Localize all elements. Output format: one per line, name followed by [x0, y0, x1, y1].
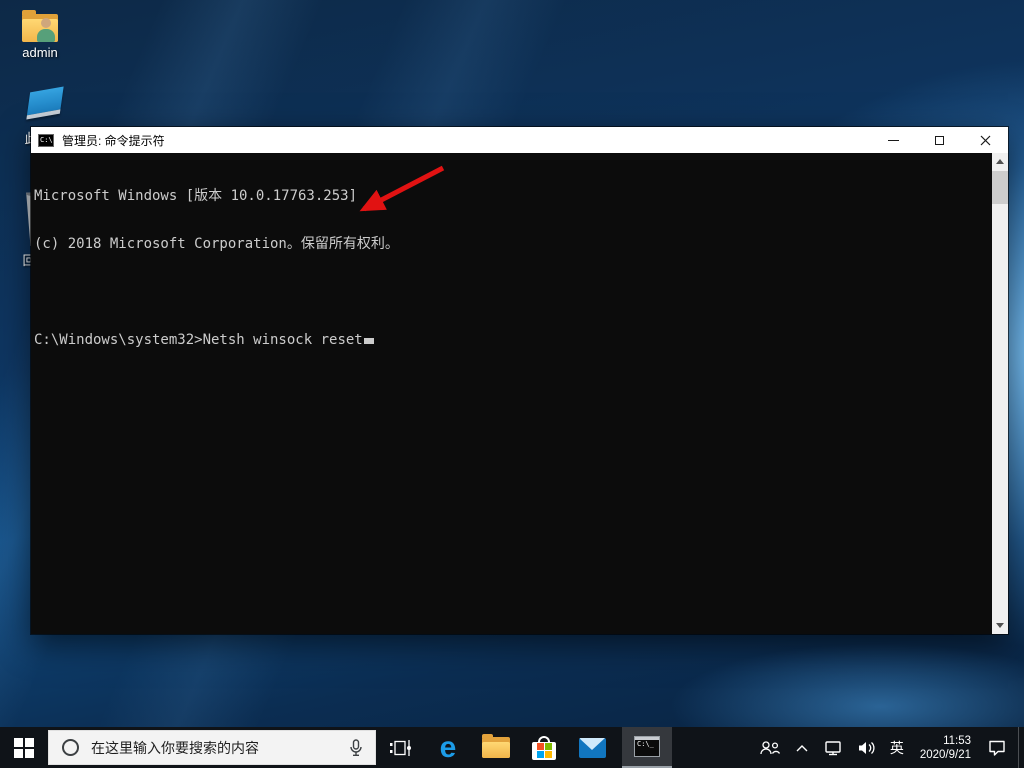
cmd-titlebar[interactable]: C:\ 管理员: 命令提示符: [31, 127, 1008, 153]
people-icon: [759, 740, 781, 756]
scroll-down-button[interactable]: [992, 617, 1008, 634]
store-icon: [532, 736, 556, 760]
search-placeholder: 在这里输入你要搜索的内容: [91, 738, 259, 758]
console-output[interactable]: Microsoft Windows [版本 10.0.17763.253] (c…: [31, 153, 1008, 634]
cmd-icon: C:\: [38, 134, 54, 147]
edge-icon: e: [440, 733, 457, 763]
console-prompt-line: C:\Windows\system32>Netsh winsock reset: [34, 332, 990, 348]
console-line-blank: [34, 284, 990, 300]
mail-icon: [579, 738, 606, 758]
cortana-ring-icon: [62, 739, 79, 756]
console-scrollbar[interactable]: [992, 153, 1008, 634]
taskbar: 在这里输入你要搜索的内容 e: [0, 727, 1024, 768]
action-center-icon: [987, 739, 1007, 757]
network-button[interactable]: [816, 727, 850, 768]
user-folder-icon: [22, 14, 58, 42]
taskbar-search[interactable]: 在这里输入你要搜索的内容: [48, 730, 376, 765]
hidden-icons-button[interactable]: [788, 727, 816, 768]
desktop-icon-label: admin: [10, 45, 70, 60]
file-explorer-button[interactable]: [472, 727, 520, 768]
console-line: (c) 2018 Microsoft Corporation。保留所有权利。: [34, 236, 990, 252]
desktop-icon-admin[interactable]: admin: [10, 10, 70, 60]
edge-button[interactable]: e: [424, 727, 472, 768]
task-view-button[interactable]: [376, 727, 424, 768]
desktop: admin 此电脑 回收站 C:\ 管理员: 命令提示符: [0, 0, 1024, 768]
start-icon: [14, 738, 34, 758]
volume-button[interactable]: [850, 727, 883, 768]
action-center-button[interactable]: [980, 727, 1014, 768]
scrollbar-thumb[interactable]: [992, 171, 1008, 204]
console-prompt: C:\Windows\system32>: [34, 332, 203, 348]
cmd-taskbar-button[interactable]: C:\_: [622, 727, 672, 768]
maximize-icon: [935, 136, 944, 145]
console-cursor: [364, 338, 374, 344]
cmd-window: C:\ 管理员: 命令提示符 Microsoft Windows [版本 10.…: [31, 127, 1008, 634]
people-button[interactable]: [752, 727, 788, 768]
clock-date: 2020/9/21: [920, 748, 971, 762]
typed-command: Netsh winsock reset: [203, 332, 363, 348]
store-button[interactable]: [520, 727, 568, 768]
chevron-up-icon: [795, 743, 809, 753]
start-button[interactable]: [0, 727, 48, 768]
minimize-icon: [888, 140, 899, 141]
file-explorer-icon: [482, 737, 510, 758]
this-pc-icon: [26, 87, 63, 120]
cmd-taskbar-icon: C:\_: [634, 736, 660, 757]
microphone-icon[interactable]: [349, 739, 363, 757]
scroll-up-button[interactable]: [992, 153, 1008, 170]
network-icon: [823, 740, 843, 756]
ime-indicator[interactable]: 英: [883, 727, 911, 768]
scroll-up-icon: [996, 159, 1004, 164]
minimize-button[interactable]: [870, 127, 916, 153]
task-view-icon: [389, 739, 411, 757]
close-icon: [980, 135, 991, 146]
mail-button[interactable]: [568, 727, 616, 768]
clock-time: 11:53: [920, 734, 971, 748]
scroll-down-icon: [996, 623, 1004, 628]
taskbar-clock[interactable]: 11:53 2020/9/21: [911, 734, 980, 762]
show-desktop-button[interactable]: [1018, 727, 1024, 768]
window-title: 管理员: 命令提示符: [62, 132, 165, 149]
maximize-button[interactable]: [916, 127, 962, 153]
volume-icon: [857, 740, 876, 756]
system-tray: 英 11:53 2020/9/21: [752, 727, 1024, 768]
close-button[interactable]: [962, 127, 1008, 153]
console-line: Microsoft Windows [版本 10.0.17763.253]: [34, 188, 990, 204]
